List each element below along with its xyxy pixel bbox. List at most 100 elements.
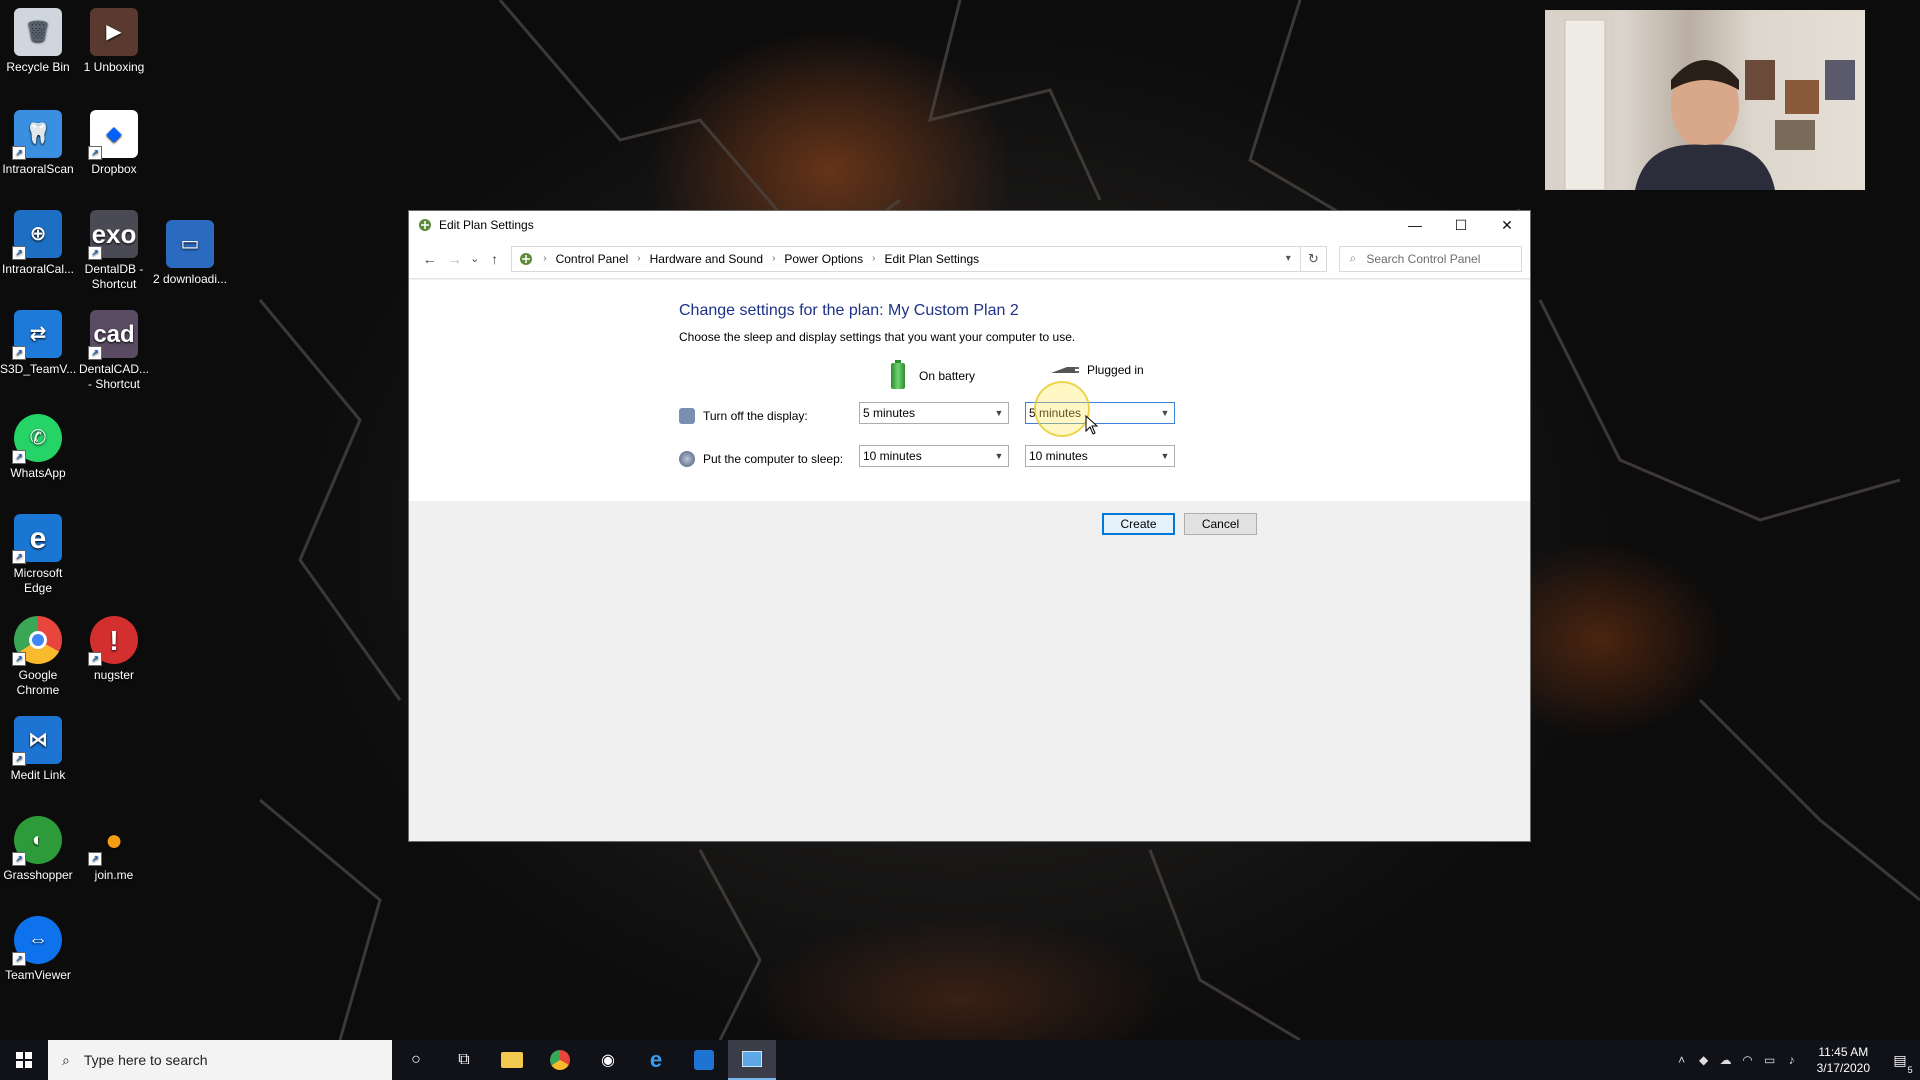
tooth-icon: 🦷 ↗ [12, 110, 62, 160]
task-view-icon[interactable]: ⧉ [440, 1040, 488, 1080]
joinme-shortcut[interactable]: ● ↗ join.me [76, 816, 152, 883]
volume-icon[interactable]: ♪ [1781, 1053, 1803, 1067]
microsoft-edge-shortcut[interactable]: e ↗ Microsoft Edge [0, 514, 76, 596]
taskbar-search-input[interactable]: ⌕ Type here to search [48, 1040, 392, 1080]
dropbox-icon: ◆ ↗ [88, 110, 138, 160]
moon-icon [679, 451, 695, 467]
dropbox-tray-icon[interactable]: ◆ [1693, 1053, 1715, 1067]
recycle-bin-icon[interactable]: 🗑 Recycle Bin [0, 8, 76, 75]
breadcrumb-separator-icon: › [872, 253, 876, 264]
window-title: Edit Plan Settings [439, 218, 534, 232]
chevron-up-icon[interactable]: ˄ [1671, 1053, 1693, 1067]
cad-logo-icon: cad ↗ [88, 310, 138, 360]
search-input[interactable]: ⌕ Search Control Panel [1338, 245, 1523, 272]
minimize-button[interactable]: — [1392, 211, 1438, 239]
recorder-taskbar-icon[interactable]: ◉ [584, 1040, 632, 1080]
breadcrumb-separator-icon: › [543, 253, 547, 264]
s3d-teamviewer-shortcut[interactable]: ⇄ ↗ S3D_TeamV... [0, 310, 76, 377]
address-dropdown-icon[interactable]: ▾ [1276, 253, 1300, 264]
mouse-cursor-icon [1085, 415, 1099, 435]
breadcrumb-power-options[interactable]: Power Options [784, 252, 863, 266]
teamviewer-icon: ⇄ ↗ [12, 310, 62, 360]
display-setting-label: Turn off the display: [679, 408, 808, 424]
grasshopper-icon: ◐ ↗ [12, 816, 62, 866]
dropbox-shortcut[interactable]: ◆ ↗ Dropbox [76, 110, 152, 177]
breadcrumb[interactable]: › Control Panel › Hardware and Sound › P… [511, 245, 1302, 272]
dentalcad-shortcut[interactable]: cad ↗ DentalCAD... - Shortcut [76, 310, 152, 392]
cursor-highlight [1034, 381, 1090, 437]
up-arrow-icon[interactable]: ↑ [482, 245, 507, 273]
edit-plan-settings-window: Edit Plan Settings — ☐ ✕ ← → ⌄ ↑ › Contr… [408, 210, 1531, 842]
downloads-folder-icon[interactable]: ▭ 2 downloadi... [152, 220, 228, 287]
chevron-down-icon: ▼ [1160, 408, 1170, 418]
windows-logo-icon [16, 1052, 32, 1068]
chevron-down-icon: ▼ [1160, 451, 1170, 461]
breadcrumb-control-panel[interactable]: Control Panel [556, 252, 629, 266]
start-button[interactable] [0, 1040, 48, 1080]
monitor-icon [679, 408, 695, 424]
control-panel-taskbar-icon[interactable] [728, 1040, 776, 1080]
battery-tray-icon[interactable]: ▭ [1759, 1053, 1781, 1067]
file-explorer-icon[interactable] [488, 1040, 536, 1080]
unboxing-video-icon[interactable]: ▶ 1 Unboxing [76, 8, 152, 75]
maximize-button[interactable]: ☐ [1438, 211, 1484, 239]
notification-count: 5 [1907, 1064, 1913, 1075]
medit-link-shortcut[interactable]: ⋈ ↗ Medit Link [0, 716, 76, 783]
close-button[interactable]: ✕ [1484, 211, 1530, 239]
webcam-person-image [1545, 10, 1855, 190]
battery-icon [891, 360, 905, 389]
breadcrumb-hardware-sound[interactable]: Hardware and Sound [650, 252, 763, 266]
create-button[interactable]: Create [1102, 513, 1175, 535]
google-chrome-shortcut[interactable]: ↗ Google Chrome [0, 616, 76, 698]
page-heading: Change settings for the plan: My Custom … [679, 302, 1019, 319]
nugster-icon: ! ↗ [88, 616, 138, 666]
intraoralcal-shortcut[interactable]: ⊕ ↗ IntraoralCal... [0, 210, 76, 277]
control-panel-icon [520, 252, 533, 265]
whatsapp-shortcut[interactable]: ✆ ↗ WhatsApp [0, 414, 76, 481]
sleep-plugged-select[interactable]: 10 minutes ▼ [1025, 445, 1175, 467]
wifi-icon[interactable]: ◠ [1737, 1053, 1759, 1067]
notification-center-icon[interactable]: ▤ 5 [1880, 1040, 1920, 1080]
cortana-icon[interactable]: ○ [392, 1040, 440, 1080]
address-bar: ← → ⌄ ↑ › Control Panel › Hardware and S… [409, 239, 1530, 279]
trash-icon: 🗑 [14, 8, 62, 56]
recent-locations-icon[interactable]: ⌄ [468, 245, 482, 273]
onedrive-tray-icon[interactable]: ☁ [1715, 1053, 1737, 1067]
video-icon: ▶ [90, 8, 138, 56]
medit-taskbar-icon[interactable] [680, 1040, 728, 1080]
search-placeholder: Search Control Panel [1366, 251, 1481, 266]
window-icon: ▭ [166, 220, 214, 268]
back-arrow-icon[interactable]: ← [417, 245, 442, 273]
search-icon: ⌕ [62, 1051, 70, 1068]
teamviewer-shortcut[interactable]: ⇔ ↗ TeamViewer [0, 916, 76, 983]
breadcrumb-separator-icon: › [772, 253, 776, 264]
forward-arrow-icon[interactable]: → [442, 245, 467, 273]
clock[interactable]: 11:45 AM 3/17/2020 [1817, 1044, 1870, 1076]
joinme-icon: ● ↗ [88, 816, 138, 866]
edge-icon: e ↗ [12, 514, 62, 564]
chevron-down-icon: ▼ [994, 451, 1004, 461]
exo-logo-icon: exo ↗ [88, 210, 138, 260]
edge-taskbar-icon[interactable]: e [632, 1040, 680, 1080]
page-subheading: Choose the sleep and display settings th… [679, 330, 1076, 344]
grasshopper-shortcut[interactable]: ◐ ↗ Grasshopper [0, 816, 76, 883]
taskbar: ⌕ Type here to search ○ ⧉ ◉ e ˄ ◆ ☁ ◠ ▭ … [0, 1040, 1920, 1080]
plugged-in-header: Plugged in [1049, 363, 1144, 377]
cancel-button[interactable]: Cancel [1184, 513, 1257, 535]
search-icon: ⌕ [1349, 251, 1357, 265]
nugster-shortcut[interactable]: ! ↗ nugster [76, 616, 152, 683]
chrome-taskbar-icon[interactable] [536, 1040, 584, 1080]
system-tray: ˄ ◆ ☁ ◠ ▭ ♪ 11:45 AM 3/17/2020 ▤ 5 [1671, 1040, 1920, 1080]
intraoralscan-shortcut[interactable]: 🦷 ↗ IntraoralScan [0, 110, 76, 177]
crosshair-icon: ⊕ ↗ [12, 210, 62, 260]
refresh-icon[interactable]: ↻ [1301, 245, 1327, 272]
window-titlebar: Edit Plan Settings — ☐ ✕ [409, 211, 1530, 239]
breadcrumb-edit-plan-settings[interactable]: Edit Plan Settings [884, 252, 979, 266]
dentaldb-shortcut[interactable]: exo ↗ DentalDB - Shortcut [76, 210, 152, 292]
breadcrumb-separator-icon: › [637, 253, 641, 264]
display-battery-select[interactable]: 5 minutes ▼ [859, 402, 1009, 424]
power-options-icon [419, 219, 431, 231]
sleep-battery-select[interactable]: 10 minutes ▼ [859, 445, 1009, 467]
sleep-setting-label: Put the computer to sleep: [679, 451, 843, 467]
button-area: Create Cancel [409, 501, 1530, 773]
